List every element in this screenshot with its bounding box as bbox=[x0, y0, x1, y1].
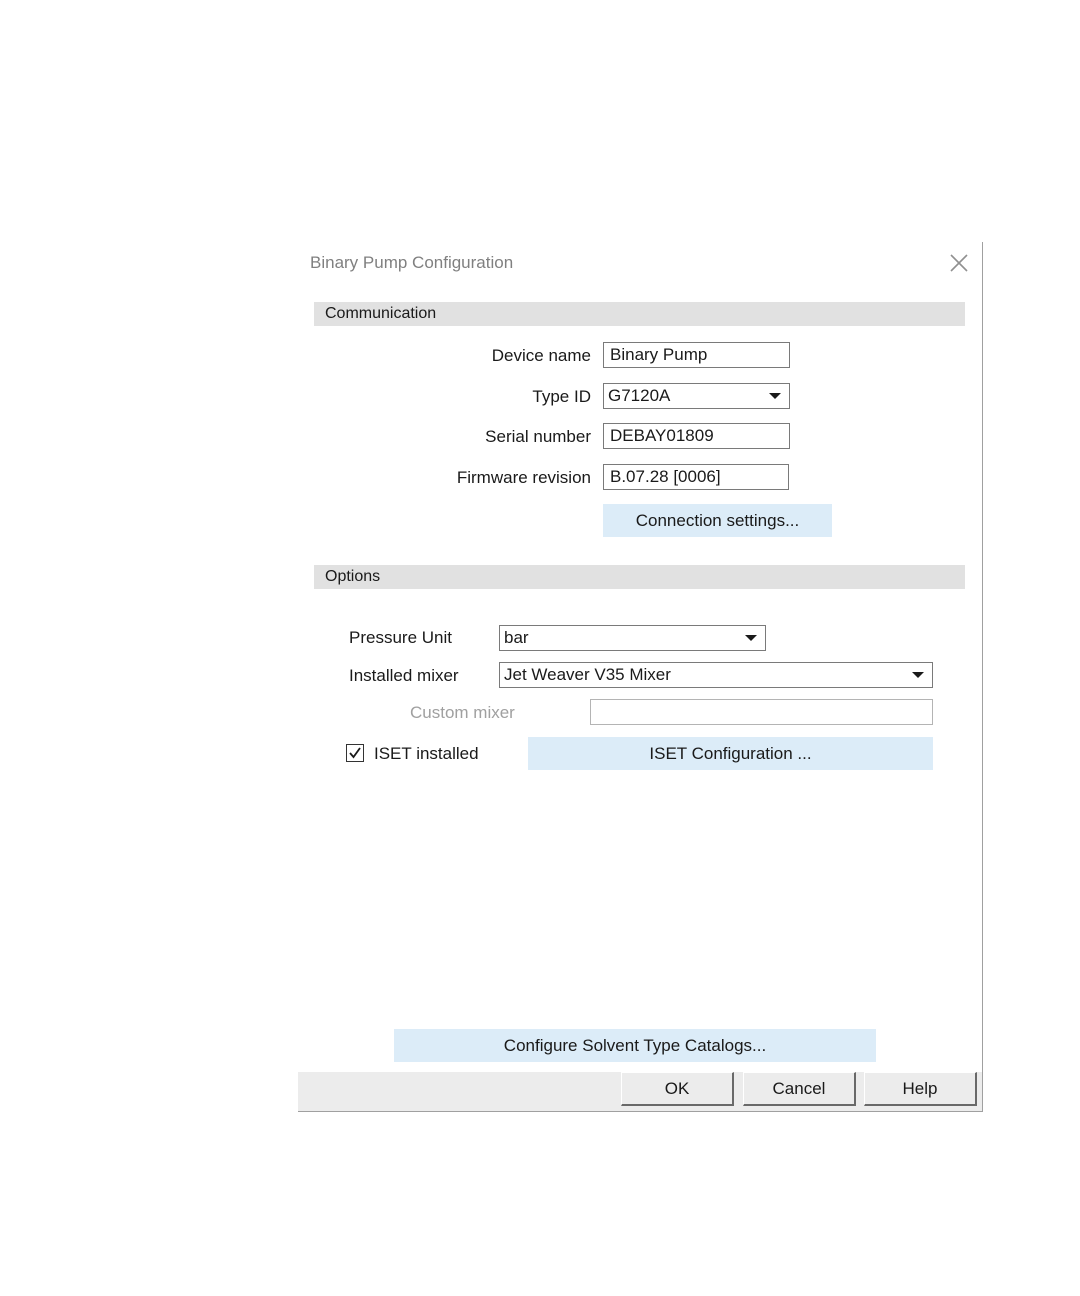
connection-settings-button[interactable]: Connection settings... bbox=[603, 504, 832, 537]
type-id-label: Type ID bbox=[532, 387, 591, 406]
pressure-unit-value: bar bbox=[504, 628, 529, 647]
chevron-down-icon bbox=[745, 635, 757, 641]
type-id-value: G7120A bbox=[608, 386, 671, 405]
iset-configuration-button[interactable]: ISET Configuration ... bbox=[528, 737, 933, 770]
dialog-border-right bbox=[982, 242, 983, 1112]
device-name-field[interactable]: Binary Pump bbox=[603, 342, 790, 368]
close-icon[interactable] bbox=[948, 252, 970, 274]
custom-mixer-field[interactable] bbox=[590, 699, 933, 725]
firmware-revision-field[interactable]: B.07.28 [0006] bbox=[603, 464, 789, 490]
pressure-unit-label: Pressure Unit bbox=[349, 628, 452, 647]
pressure-unit-dropdown[interactable]: bar bbox=[499, 625, 766, 651]
iset-installed-checkbox[interactable] bbox=[346, 744, 364, 762]
chevron-down-icon bbox=[912, 672, 924, 678]
device-name-label: Device name bbox=[491, 346, 591, 365]
type-id-dropdown[interactable]: G7120A bbox=[603, 383, 790, 409]
serial-number-field[interactable]: DEBAY01809 bbox=[603, 423, 790, 449]
dialog-title: Binary Pump Configuration bbox=[310, 253, 514, 272]
options-section-header: Options bbox=[314, 565, 965, 589]
installed-mixer-value: Jet Weaver V35 Mixer bbox=[504, 665, 671, 684]
installed-mixer-dropdown[interactable]: Jet Weaver V35 Mixer bbox=[499, 662, 933, 688]
ok-button[interactable]: OK bbox=[621, 1072, 734, 1106]
help-button[interactable]: Help bbox=[864, 1072, 977, 1106]
configure-solvent-type-catalogs-button[interactable]: Configure Solvent Type Catalogs... bbox=[394, 1029, 876, 1062]
custom-mixer-label: Custom mixer bbox=[410, 703, 515, 722]
iset-installed-label[interactable]: ISET installed bbox=[374, 744, 479, 764]
checkmark-icon bbox=[349, 747, 361, 759]
firmware-revision-label: Firmware revision bbox=[456, 468, 591, 487]
installed-mixer-label: Installed mixer bbox=[349, 666, 459, 685]
cancel-button[interactable]: Cancel bbox=[743, 1072, 856, 1106]
communication-section-header: Communication bbox=[314, 302, 965, 326]
chevron-down-icon bbox=[769, 393, 781, 399]
dialog-border-bottom bbox=[298, 1111, 983, 1112]
serial-number-label: Serial number bbox=[485, 427, 591, 446]
